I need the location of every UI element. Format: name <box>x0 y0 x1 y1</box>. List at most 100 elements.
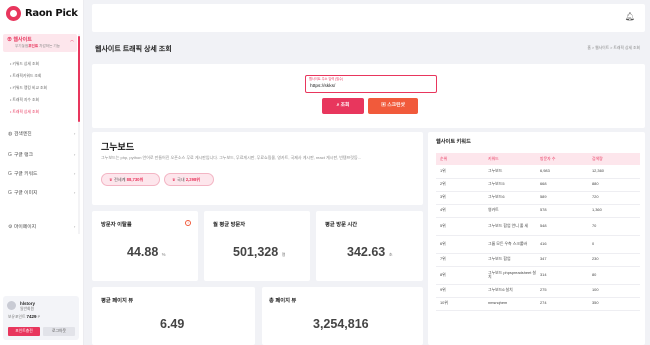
sidebar-scroll-thumb[interactable] <box>78 36 80 122</box>
table-row[interactable]: 10위 nmsnqhem 274 350 <box>436 297 640 311</box>
stat-label: 월 평균 방문자 <box>213 222 246 228</box>
chevron-right-icon: › <box>74 152 76 157</box>
stat-value: 44.88 % <box>127 245 166 259</box>
visitors-cell: 275 <box>536 284 588 298</box>
site-description: 그누보드는 php, python 언어로 만들어진 오픈소스 무료 게시판입니… <box>101 155 361 160</box>
charge-points-button[interactable]: 포인트충전 <box>8 327 40 336</box>
search-volume-cell: 0 <box>588 235 640 254</box>
user-panel: hlstory 일반회원 보유포인트 7429 P 포인트충전 로그아웃 <box>3 296 79 340</box>
table-row[interactable]: 4위 영카트 578 1,360 <box>436 204 640 218</box>
keyword-cell: 그누보드 합업 언니 줄 세 <box>484 217 536 236</box>
search-card <box>92 64 645 128</box>
rank-cell: 2위 <box>436 178 484 192</box>
sidebar-item-label: ⊕ 웹사이트 <box>7 37 32 43</box>
chevron-up-icon: ︿ <box>70 37 74 42</box>
keyword-cell: 그누보드 <box>484 165 536 179</box>
table-header-row: 순위 키워드 방문자 수 검색량 <box>436 153 640 165</box>
stat-value: 501,328 명 <box>233 245 286 259</box>
chevron-right-icon: › <box>74 224 76 229</box>
sidebar-item-google-image[interactable]: G 구글 이미지 › <box>8 189 75 197</box>
search-volume-cell: 12,360 <box>588 165 640 179</box>
search-volume-cell: 350 <box>588 297 640 311</box>
stat-label: 방문자 이탈률 <box>101 222 132 228</box>
sidebar-subitem[interactable]: • 키워드 상세 조회 <box>10 62 39 67</box>
rank-cell: 5위 <box>436 217 484 236</box>
stat-value: 6.49 <box>160 317 185 331</box>
trophy-icon: ♛ <box>109 177 113 182</box>
user-points: 보유포인트 7429 P <box>8 314 41 319</box>
rank-cell: 6위 <box>436 235 484 254</box>
app-name: Raon Pick <box>25 8 78 19</box>
top-bar: 🔔︎ <box>92 4 645 32</box>
camera-icon: ▣ <box>381 103 386 108</box>
logo[interactable]: Raon Pick <box>6 6 78 21</box>
sidebar-item-search-engine[interactable]: ◍ 검색엔진 › <box>8 130 75 138</box>
keyword-table: 순위 키워드 방문자 수 검색량 1위 그누보드 6,983 12,360 2위 그누보… <box>436 153 640 311</box>
site-name: 그누보드 <box>101 142 135 152</box>
visitors-cell: 274 <box>536 297 588 311</box>
sidebar-item-website[interactable]: ⊕ 웹사이트 ︿ 무기놓점포인트 차감하는 기능 <box>3 34 77 52</box>
sidebar-subitem[interactable]: • 트래픽키워드 조회 <box>10 74 41 79</box>
sidebar-section-note: 무기놓점포인트 차감하는 기능 <box>15 44 60 48</box>
sidebar-subitem[interactable]: • 트래픽 지수 조회 <box>10 98 39 103</box>
sidebar-item-google-keyword[interactable]: G 구글 키워드 › <box>8 170 75 178</box>
sidebar-subitem[interactable]: • 키워드 랭킹 비교 조회 <box>10 86 47 91</box>
stat-label: 평균 방문 시간 <box>325 222 358 228</box>
visitors-cell: 314 <box>536 266 588 285</box>
visitors-cell: 6,983 <box>536 165 588 179</box>
table-row[interactable]: 7위 그누보드 합업 347 230 <box>436 253 640 267</box>
stat-value: 3,254,816 <box>313 317 369 331</box>
column-header: 순위 <box>436 153 484 165</box>
table-row[interactable]: 2위 그누보드5 668 880 <box>436 178 640 192</box>
search-icon: ⌕ <box>336 103 340 108</box>
keyword-cell: 영카트 <box>484 204 536 218</box>
chevron-right-icon: › <box>74 171 76 176</box>
stat-label: 평균 페이지 뷰 <box>101 298 134 304</box>
page-title: 웹사이트 트래픽 상세 조회 <box>95 46 172 53</box>
visitors-cell: 548 <box>536 217 588 236</box>
user-role: 일반회원 <box>20 307 34 311</box>
rank-cell: 10위 <box>436 297 484 311</box>
sidebar-subitem-active[interactable]: • 트래픽 상세 조회 <box>10 110 39 115</box>
sidebar-item-google-rank[interactable]: G 구글 랭크 › <box>8 151 75 159</box>
url-input-label: 웹사이트 주소 입력 (필수) <box>309 77 344 81</box>
screenshot-button[interactable]: ▣ 스크린샷 <box>368 98 418 114</box>
sidebar: Raon Pick ⊕ 웹사이트 ︿ 무기놓점포인트 차감하는 기능 • 키워드… <box>0 0 84 345</box>
search-volume-cell: 880 <box>588 178 640 192</box>
table-row[interactable]: 8위 그누보드 phpspreadsheet 설치 314 80 <box>436 266 640 285</box>
search-volume-cell: 70 <box>588 217 640 236</box>
info-icon[interactable]: ! <box>185 220 191 226</box>
visitors-cell: 416 <box>536 235 588 254</box>
table-row[interactable]: 5위 그누보드 합업 언니 줄 세 548 70 <box>436 217 640 236</box>
visitors-cell: 347 <box>536 253 588 267</box>
table-row[interactable]: 1위 그누보드 6,983 12,360 <box>436 165 640 179</box>
user-name: hlstory <box>20 301 36 306</box>
url-input-value[interactable]: https://skks/ <box>310 84 335 89</box>
rank-cell: 8위 <box>436 266 484 285</box>
search-volume-cell: 80 <box>588 266 640 285</box>
stat-value: 342.63 초 <box>347 245 393 259</box>
logout-button[interactable]: 로그아웃 <box>43 327 75 336</box>
rank-cell: 1위 <box>436 165 484 179</box>
trophy-icon: ♛ <box>172 177 176 182</box>
visitors-cell: 589 <box>536 191 588 205</box>
sidebar-item-mypage[interactable]: ⚙ 마이페이지 › <box>8 223 75 231</box>
visitors-cell: 578 <box>536 204 588 218</box>
search-volume-cell: 100 <box>588 284 640 298</box>
chevron-right-icon: › <box>74 190 76 195</box>
logo-icon <box>6 6 21 21</box>
site-info-card <box>92 132 423 205</box>
search-button[interactable]: ⌕ 조회 <box>322 98 364 114</box>
column-header: 검색량 <box>588 153 640 165</box>
keyword-cell: 그누보드6 <box>484 191 536 205</box>
bell-icon[interactable]: 🔔︎ <box>625 12 635 21</box>
table-row[interactable]: 3위 그누보드6 589 720 <box>436 191 640 205</box>
global-rank-badge: ♛ 전세계 88,730위 <box>101 173 160 186</box>
breadcrumb: 홈 > 웹사이트 > 트래픽 상세 조회 <box>587 46 640 50</box>
column-header: 키워드 <box>484 153 536 165</box>
stat-label: 총 페이지 뷰 <box>269 298 297 304</box>
avatar <box>7 301 16 310</box>
search-volume-cell: 230 <box>588 253 640 267</box>
table-row[interactable]: 9위 그누보드6 설치 275 100 <box>436 284 640 298</box>
table-row[interactable]: 6위 그룹 모든 우측 스크롤바 416 0 <box>436 235 640 254</box>
